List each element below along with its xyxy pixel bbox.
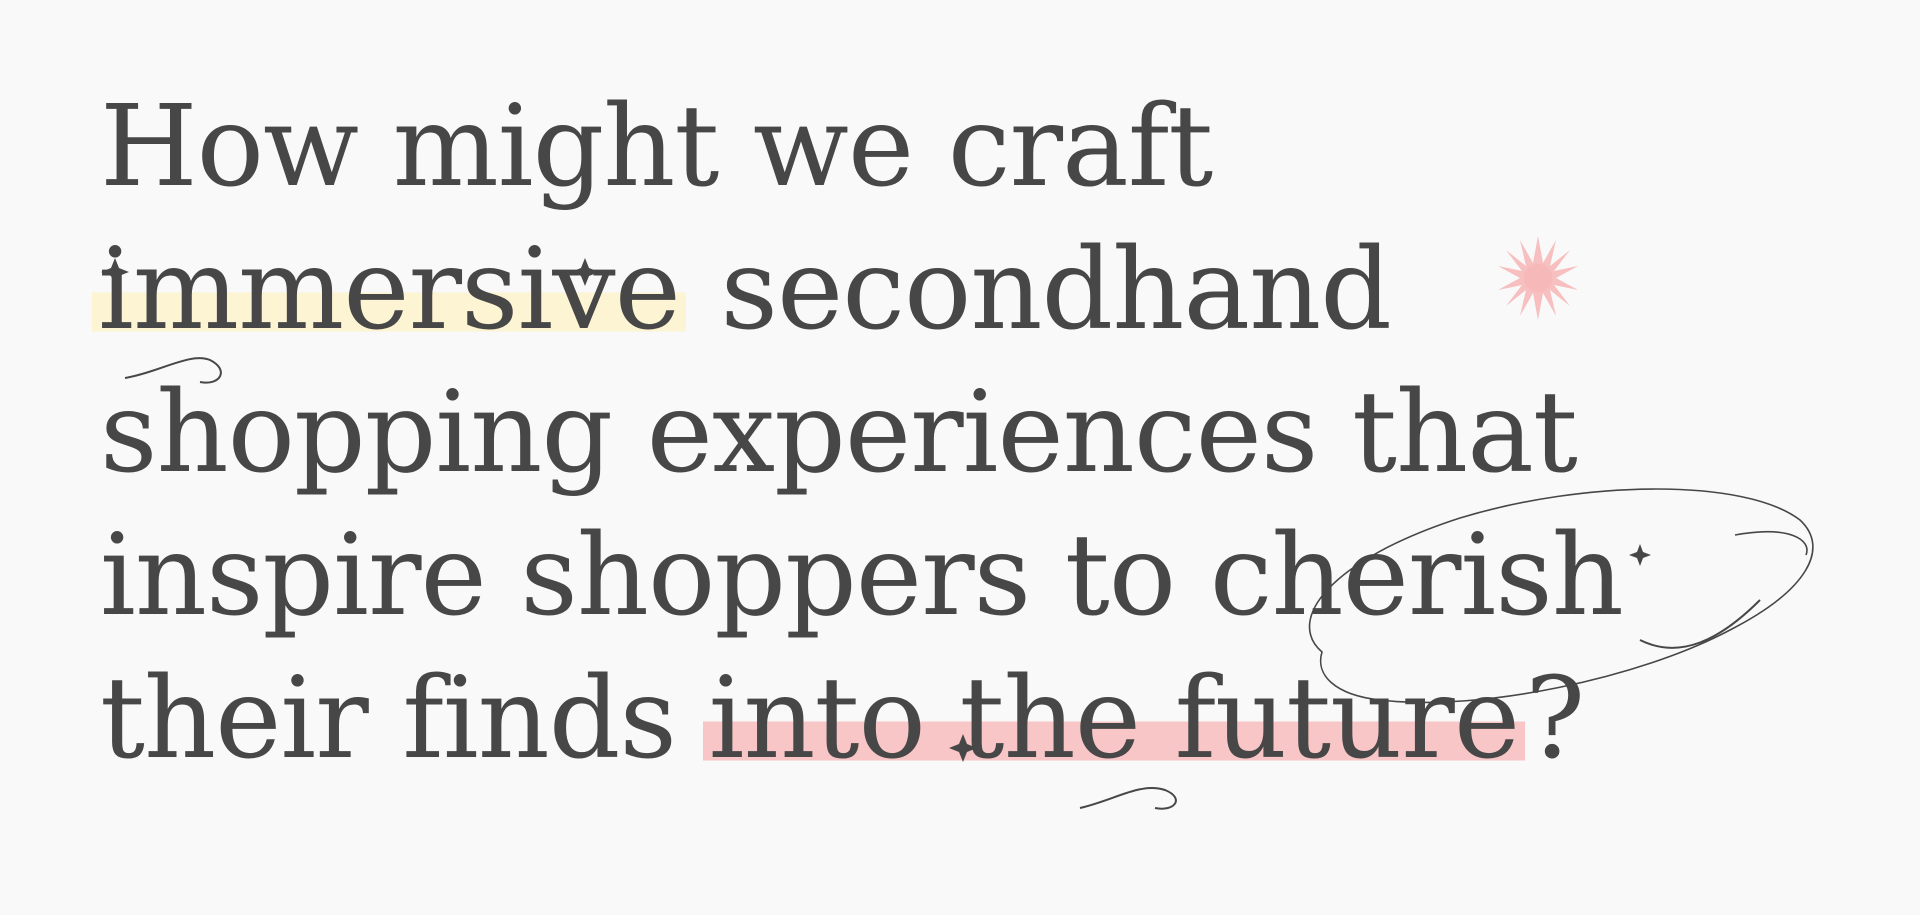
hmw-headline: How might we craft immersive secondhand … [92,76,1880,791]
headline-line-2: immersive secondhand [92,219,1880,362]
line-4-text: inspire shoppers to [100,511,1210,641]
headline-line-3: shopping experiences that [100,362,1880,505]
headline-line-1: How might we craft [100,76,1880,219]
circled-word-cherish: cherish [1209,511,1624,641]
line-3-text: shopping experiences that [100,368,1578,498]
line-5-text: their finds [100,654,711,784]
highlight-into-the-future: into the future [702,654,1526,784]
line-5-end: ? [1525,654,1585,784]
canvas: How might we craft immersive secondhand … [0,0,1920,915]
headline-line-4: inspire shoppers to cherish [100,505,1880,648]
headline-line-5: their finds into the future? [100,648,1880,791]
highlight-immersive: immersive [92,225,686,355]
line-2-text: secondhand [685,225,1392,355]
line-1-text: How might we craft [100,82,1213,212]
